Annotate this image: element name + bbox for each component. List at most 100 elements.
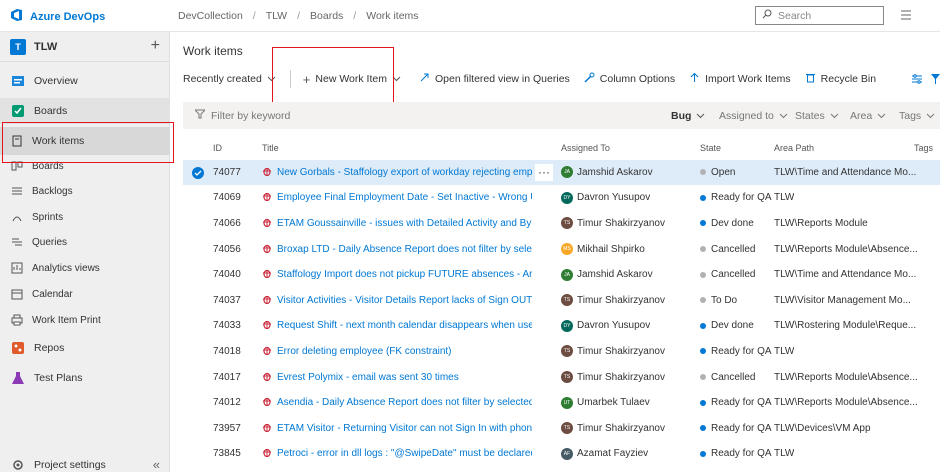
import-work-items-button[interactable]: Import Work Items (689, 72, 791, 86)
assignee-name: Mikhail Shpirko (577, 243, 645, 255)
sidebar-item-work-item-print[interactable]: Work Item Print (0, 307, 170, 333)
project-header[interactable]: T TLW + (0, 32, 170, 62)
column-header-title[interactable]: Title (262, 143, 279, 153)
row-title-link[interactable]: Evrest Polymix - email was sent 30 times (277, 372, 459, 383)
table-row[interactable]: 74033 Request Shift - next month calendar… (183, 313, 940, 339)
sidebar-item-queries[interactable]: Queries (0, 229, 170, 255)
row-title[interactable]: Evrest Polymix - email was sent 30 times (262, 364, 532, 390)
search-input[interactable]: Search (755, 6, 884, 25)
table-row[interactable]: 73957 ETAM Visitor - Returning Visitor ca… (183, 416, 940, 442)
column-header-assigned-to[interactable]: Assigned To (561, 143, 610, 153)
avatar: JA (561, 268, 573, 281)
row-title[interactable]: Petroci - error in dll logs : "@SwipeDat… (262, 441, 532, 467)
sidebar-item-repos[interactable]: Repos (0, 335, 170, 361)
table-row[interactable]: 74040 Staffology Import does not pickup F… (183, 262, 940, 288)
states-filter[interactable]: States (795, 110, 839, 122)
table-row[interactable]: 74012 Asendia - Daily Absence Report does… (183, 390, 940, 416)
column-header-id[interactable]: ID (213, 143, 222, 153)
table-row[interactable]: 74056 Broxap LTD - Daily Absence Report d… (183, 236, 940, 262)
row-title[interactable]: Request Shift - next month calendar disa… (262, 313, 532, 339)
row-state: Ready for QA (700, 185, 772, 211)
type-filter[interactable]: Bug (671, 110, 705, 122)
row-title-link[interactable]: Employee Final Employment Date - Set Ina… (277, 192, 532, 203)
row-title-link[interactable]: Petroci - error in dll logs : "@SwipeDat… (277, 448, 532, 459)
breadcrumb-item[interactable]: Work items (366, 10, 418, 22)
collapse-sidebar-icon[interactable]: « (153, 457, 160, 472)
breadcrumb-item[interactable]: DevCollection (178, 10, 243, 22)
sidebar-item-overview[interactable]: Overview (0, 68, 170, 94)
row-title[interactable]: Visitor Activities - Visitor Details Rep… (262, 288, 532, 314)
view-options-icon[interactable] (911, 73, 923, 88)
chevron-down-icon (926, 110, 935, 122)
row-title[interactable]: Employee Final Employment Date - Set Ina… (262, 185, 532, 211)
state-label: Ready for QA (711, 192, 772, 204)
sidebar-item-test-plans[interactable]: Test Plans (0, 365, 170, 391)
sidebar-item-sprints[interactable]: Sprints (0, 204, 170, 230)
filter-icon[interactable] (931, 73, 940, 88)
assigned-to-filter[interactable]: Assigned to (719, 110, 788, 122)
row-selected-check-icon[interactable] (192, 166, 204, 179)
row-title-link[interactable]: Broxap LTD - Daily Absence Report does n… (277, 244, 532, 255)
state-dot (700, 399, 706, 406)
sidebar-item-backlogs[interactable]: Backlogs (0, 178, 170, 204)
sidebar-item-calendar[interactable]: Calendar (0, 281, 170, 307)
sidebar-item-label: Overview (34, 75, 78, 87)
sidebar-item-label: Test Plans (34, 372, 83, 384)
open-in-queries-button[interactable]: Open filtered view in Queries (419, 72, 570, 86)
column-header-tags[interactable]: Tags (914, 143, 933, 153)
brand-name: Azure DevOps (30, 10, 106, 23)
table-row[interactable]: 74037 Visitor Activities - Visitor Detail… (183, 288, 940, 314)
row-title[interactable]: Broxap LTD - Daily Absence Report does n… (262, 236, 532, 262)
row-title-link[interactable]: Staffology Import does not pickup FUTURE… (277, 269, 532, 280)
table-row[interactable]: 74066 ETAM Goussainville - issues with De… (183, 211, 940, 237)
add-icon[interactable]: + (151, 37, 160, 55)
area-filter[interactable]: Area (850, 110, 886, 122)
list-settings-icon[interactable] (900, 9, 912, 24)
recycle-bin-button[interactable]: Recycle Bin (805, 72, 876, 86)
brand[interactable]: Azure DevOps (10, 8, 105, 25)
table-row[interactable]: 74069 Employee Final Employment Date - Se… (183, 185, 940, 211)
row-title[interactable]: Error deleting employee (FK constraint) (262, 339, 532, 365)
analytics-icon (10, 261, 24, 275)
row-title[interactable]: Asendia - Daily Absence Report does not … (262, 390, 532, 416)
row-title-link[interactable]: Asendia - Daily Absence Report does not … (277, 397, 532, 408)
row-title-link[interactable]: Visitor Activities - Visitor Details Rep… (277, 295, 532, 306)
row-area-path: TLW\Reports Module\Absence... (774, 397, 918, 409)
row-title[interactable]: ETAM Goussainville - issues with Detaile… (262, 211, 532, 237)
column-header-state[interactable]: State (700, 143, 721, 153)
avatar: TS (561, 345, 573, 358)
row-id: 73845 (213, 448, 241, 460)
row-title-link[interactable]: ETAM Goussainville - issues with Detaile… (277, 218, 532, 229)
row-title-link[interactable]: New Gorbals - Staffology export of workd… (277, 167, 532, 178)
sidebar-item-project-settings[interactable]: Project settings « (0, 452, 170, 472)
row-state: Ready for QA (700, 390, 772, 416)
table-row[interactable]: 74017 Evrest Polymix - email was sent 30 … (183, 364, 940, 390)
backlog-icon (10, 184, 24, 198)
breadcrumb-item[interactable]: TLW (266, 10, 287, 22)
more-options-icon[interactable]: ··· (535, 163, 553, 181)
row-assigned-to: JA Jamshid Askarov (561, 160, 653, 186)
chevron-down-icon (877, 110, 886, 122)
row-title-link[interactable]: Error deleting employee (FK constraint) (277, 346, 452, 357)
column-header-area-path[interactable]: Area Path (774, 143, 814, 153)
row-title[interactable]: New Gorbals - Staffology export of workd… (262, 160, 532, 186)
row-title[interactable]: Staffology Import does not pickup FUTURE… (262, 262, 532, 288)
table-row[interactable]: 74077 New Gorbals - Staffology export of … (183, 159, 940, 186)
bug-icon (262, 217, 272, 230)
column-options-button[interactable]: Column Options (584, 72, 675, 86)
row-title-link[interactable]: Request Shift - next month calendar disa… (277, 320, 532, 331)
sidebar-item-label: Calendar (32, 288, 73, 300)
sidebar-item-boards[interactable]: Boards (0, 98, 170, 124)
state-dot (700, 271, 706, 278)
keyword-filter-input[interactable]: Filter by keyword (193, 109, 290, 122)
tags-filter[interactable]: Tags (899, 110, 935, 122)
table-row[interactable]: 74018 Error deleting employee (FK constra… (183, 339, 940, 365)
row-title-link[interactable]: ETAM Visitor - Returning Visitor can not… (277, 423, 532, 434)
recently-created-dropdown[interactable]: Recently created (183, 73, 276, 85)
row-title[interactable]: ETAM Visitor - Returning Visitor can not… (262, 416, 532, 442)
sidebar-item-analytics-views[interactable]: Analytics views (0, 255, 170, 281)
state-dot (700, 425, 706, 432)
breadcrumb-item[interactable]: Boards (310, 10, 343, 22)
row-id: 74077 (213, 166, 241, 178)
table-row[interactable]: 73845 Petroci - error in dll logs : "@Swi… (183, 441, 940, 467)
